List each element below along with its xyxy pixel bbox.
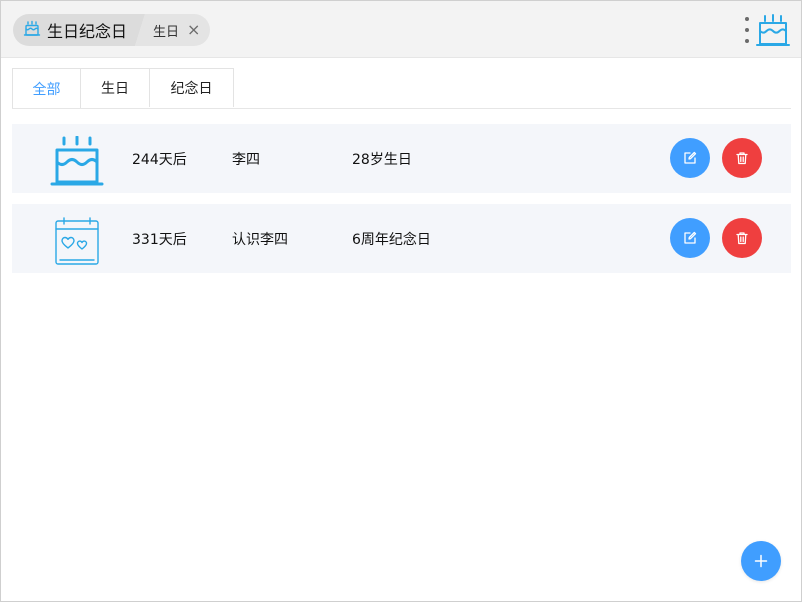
breadcrumb-tab-label: 生日	[153, 24, 180, 40]
more-vertical-icon[interactable]	[743, 17, 751, 43]
breadcrumb-app[interactable]: 生日纪念日	[13, 14, 145, 46]
add-event-button[interactable]	[741, 541, 781, 581]
event-description: 28岁生日	[352, 152, 412, 168]
tab-all[interactable]: 全部	[12, 68, 81, 108]
birthday-cake-icon	[50, 136, 104, 186]
list-item[interactable]: 331天后 认识李四 6周年纪念日	[12, 204, 791, 273]
title-bar: 生日纪念日 生日 ×	[1, 1, 801, 58]
days-remaining: 244天后	[132, 152, 187, 168]
app-logo-cake-icon	[756, 14, 790, 46]
breadcrumb: 生日纪念日 生日 ×	[13, 14, 211, 46]
tab-anniversary[interactable]: 纪念日	[150, 68, 234, 107]
edit-button[interactable]	[670, 218, 710, 258]
delete-button[interactable]	[722, 138, 762, 178]
list-item[interactable]: 244天后 李四 28岁生日	[12, 124, 791, 193]
plus-icon	[754, 554, 768, 568]
edit-button[interactable]	[670, 138, 710, 178]
close-icon[interactable]: ×	[187, 22, 200, 38]
trash-icon	[736, 152, 748, 165]
breadcrumb-tab-birthday[interactable]: 生日 ×	[135, 14, 211, 46]
days-remaining: 331天后	[132, 232, 187, 248]
tab-birthday[interactable]: 生日	[81, 68, 150, 107]
trash-icon	[736, 232, 748, 245]
event-name: 认识李四	[232, 232, 288, 248]
edit-icon	[684, 151, 697, 164]
calendar-hearts-icon	[55, 217, 99, 265]
app-window: 生日纪念日 生日 × 全部 生日 纪念日 244天后 李四 28岁生日 331天…	[0, 0, 802, 602]
delete-button[interactable]	[722, 218, 762, 258]
app-title: 生日纪念日	[47, 22, 128, 41]
filter-tabs: 全部 生日 纪念日	[12, 68, 791, 109]
event-list: 244天后 李四 28岁生日 331天后 认识李四 6周年纪念日	[12, 124, 791, 284]
cake-icon	[23, 19, 41, 41]
event-name: 李四	[232, 152, 260, 168]
edit-icon	[684, 231, 697, 244]
event-description: 6周年纪念日	[352, 232, 431, 248]
